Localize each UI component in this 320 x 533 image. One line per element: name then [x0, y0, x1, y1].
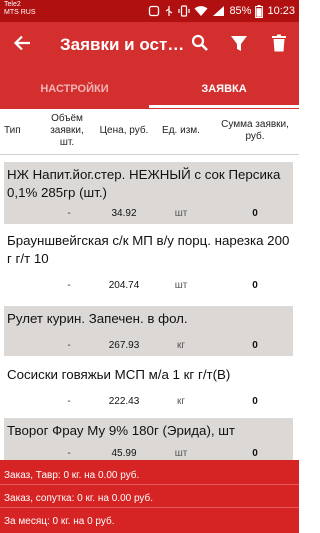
search-icon [191, 34, 209, 57]
item-name: НЖ Напит.йог.стер. НЕЖНЫЙ с сок Персика … [7, 167, 281, 200]
item-sum: 0 [252, 396, 258, 407]
item-price: 204.74 [108, 280, 140, 291]
item-name: Рулет курин. Запечен. в фол. [7, 311, 188, 326]
item-price: 222.43 [108, 396, 140, 407]
item-name: Творог Фрау Му 9% 180г (Эрида), шт [7, 423, 236, 438]
divider [0, 484, 299, 485]
column-header-unit: Ед. изм. [162, 125, 200, 136]
item-values: - 222.43 кг 0 [4, 392, 293, 412]
arrow-back-icon [13, 35, 31, 56]
vibrate-icon [178, 5, 191, 17]
status-bar: Tele2 MTS RUS 85% 10:23 [0, 0, 299, 22]
item-volume: - [67, 396, 71, 407]
item-values: - 267.93 кг 0 [4, 336, 293, 356]
search-button[interactable] [187, 32, 213, 58]
delete-button[interactable] [266, 32, 292, 58]
item-values: - 204.74 шт 0 [4, 276, 293, 296]
carrier-name-secondary: MTS RUS [4, 9, 36, 16]
column-header-sum: Сумма заявки, руб. [212, 119, 298, 143]
app-bar: Заявки и ост… [0, 22, 299, 68]
item-unit: шт [174, 208, 188, 219]
back-button[interactable] [8, 32, 36, 58]
status-icons: 85% 10:23 [148, 3, 295, 19]
item-unit: кг [176, 340, 186, 351]
active-tab-indicator [149, 105, 299, 108]
list-item[interactable]: Рулет курин. Запечен. в фол. - 267.93 кг… [4, 306, 293, 356]
summary-related-order: Заказ, сопутка: 0 кг. на 0.00 руб. [4, 493, 154, 504]
item-sum: 0 [252, 448, 258, 459]
filter-button[interactable] [226, 32, 252, 58]
item-name: Брауншвейгская с/к МП в/у порц. нарезка … [7, 233, 290, 266]
item-volume: - [67, 340, 71, 351]
tab-order[interactable]: ЗАЯВКА [149, 68, 299, 109]
column-header-sum-line: руб. [245, 131, 265, 142]
column-header-volume-line: шт. [59, 137, 75, 148]
item-sum: 0 [252, 340, 258, 351]
page-title: Заявки и ост… [60, 35, 185, 54]
summary-main-order: Заказ, Тавр: 0 кг. на 0.00 руб. [4, 470, 140, 481]
order-summary: Заказ, Тавр: 0 кг. на 0.00 руб. Заказ, с… [0, 460, 299, 533]
usb-icon [164, 5, 174, 17]
signal-icon [212, 5, 225, 17]
list-item[interactable]: Сосиски говяжьи МСП м/а 1 кг г/т(В) - 22… [4, 362, 293, 412]
column-header-type: Тип [4, 125, 21, 136]
notification-icon [148, 5, 160, 17]
table-header: Тип Объём заявки, шт. Цена, руб. Ед. изм… [0, 109, 299, 155]
summary-month: За месяц: 0 кг. на 0 руб. [4, 516, 115, 527]
column-header-volume-line: Объём [51, 113, 83, 124]
list-item[interactable]: НЖ Напит.йог.стер. НЕЖНЫЙ с сок Персика … [4, 162, 293, 224]
item-unit: кг [176, 396, 186, 407]
item-price: 45.99 [111, 448, 137, 459]
item-volume: - [67, 280, 71, 291]
item-volume: - [67, 208, 71, 219]
carrier-name: Tele2 [4, 1, 21, 8]
item-values: - 34.92 шт 0 [4, 204, 293, 224]
item-sum: 0 [252, 208, 258, 219]
carrier-info: Tele2 MTS RUS [4, 1, 36, 17]
item-price: 34.92 [111, 208, 137, 219]
column-header-sum-line: Сумма заявки, [221, 119, 289, 130]
trash-icon [271, 34, 287, 57]
item-unit: шт [174, 448, 188, 459]
item-volume: - [67, 448, 71, 459]
column-header-volume-line: заявки, [50, 125, 84, 136]
tab-bar: НАСТРОЙКИ ЗАЯВКА [0, 68, 299, 109]
column-header-volume: Объём заявки, шт. [42, 113, 92, 149]
clock: 10:23 [267, 5, 295, 17]
tab-settings[interactable]: НАСТРОЙКИ [0, 68, 149, 109]
list-item[interactable]: Творог Фрау Му 9% 180г (Эрида), шт - 45.… [4, 418, 293, 464]
item-name: Сосиски говяжьи МСП м/а 1 кг г/т(В) [7, 367, 231, 382]
divider [0, 507, 299, 508]
list-item[interactable]: Брауншвейгская с/к МП в/у порц. нарезка … [4, 228, 293, 296]
item-unit: шт [174, 280, 188, 291]
battery-icon [255, 4, 264, 18]
item-price: 267.93 [108, 340, 140, 351]
column-header-price: Цена, руб. [99, 125, 149, 136]
item-sum: 0 [252, 280, 258, 291]
filter-icon [230, 34, 248, 57]
battery-percent: 85% [229, 5, 252, 17]
wifi-icon [194, 5, 208, 17]
